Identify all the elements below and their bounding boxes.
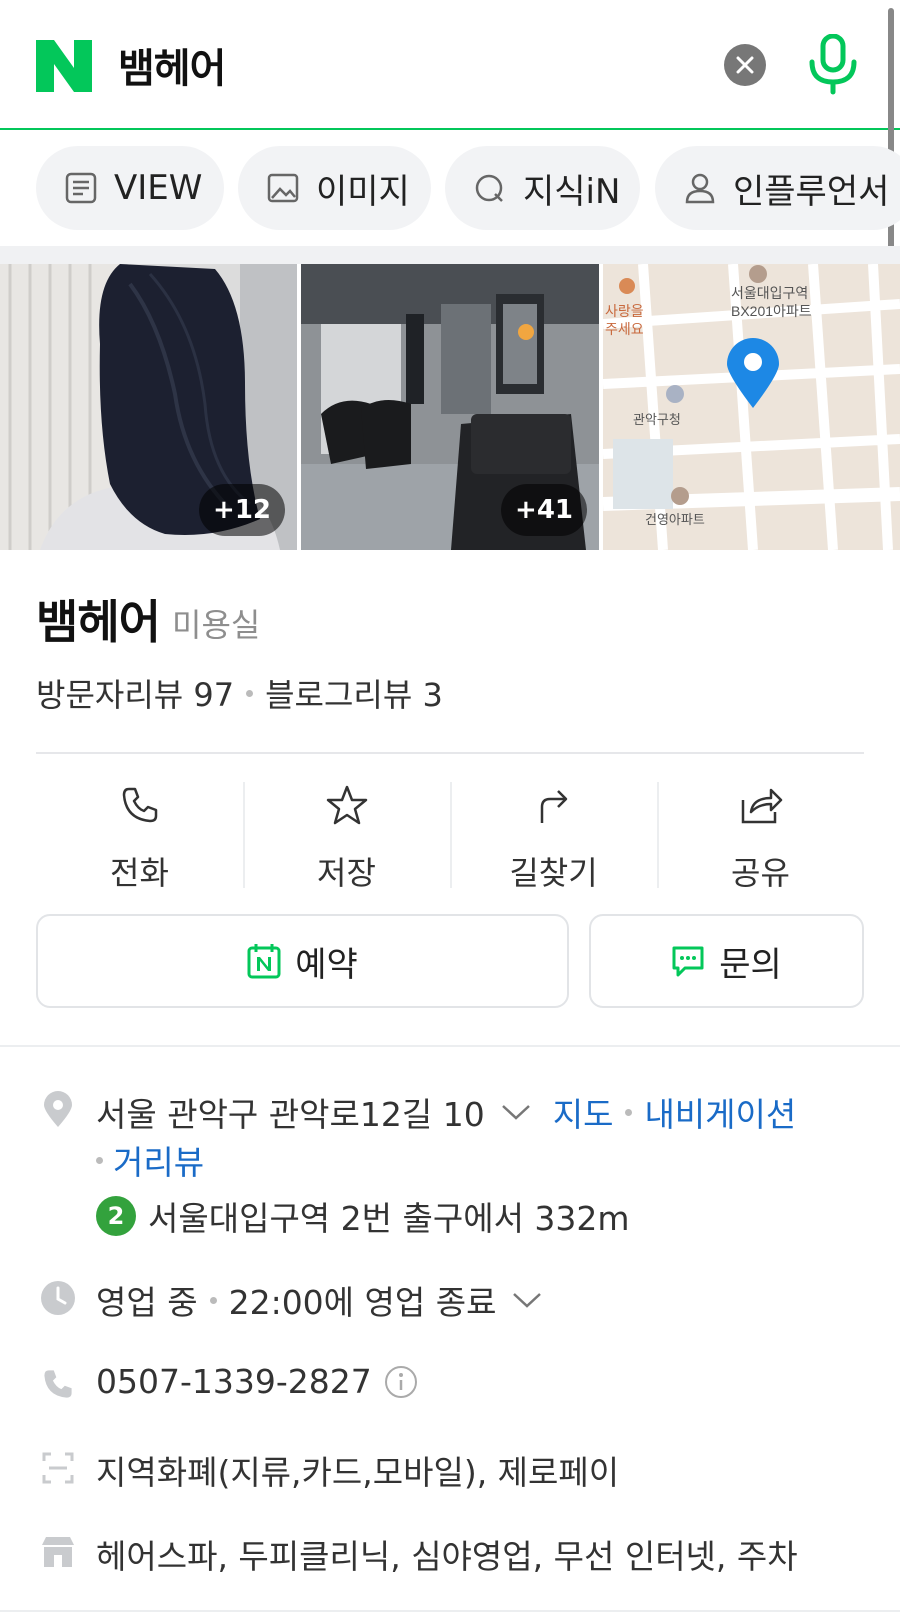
map-label-office: 관악구청	[633, 412, 681, 427]
separator-dot	[96, 1156, 103, 1164]
map-image: 서울대입구역 BX201아파트 관악구청 건영아파트 사랑을 주세요	[603, 264, 900, 550]
directions-button[interactable]: 길찾기	[450, 770, 657, 900]
photo-count-badge: +41	[501, 484, 587, 536]
map-label-apartment1: BX201아파트	[731, 303, 812, 319]
inquiry-label: 문의	[719, 944, 782, 985]
share-button[interactable]: 공유	[657, 770, 864, 900]
tab-kin[interactable]: 지식iN	[445, 146, 640, 230]
payment-text: 지역화폐(지류,카드,모바일), 제로페이	[96, 1453, 620, 1492]
chat-icon	[672, 946, 704, 977]
hours-row[interactable]: 영업 중 22:00에 영업 종료	[96, 1276, 544, 1324]
close-icon	[736, 56, 754, 74]
search-tabs: VIEW 이미지 지식iN 인플루언서	[0, 146, 900, 230]
tab-label: 이미지	[316, 171, 410, 212]
q-icon	[475, 174, 503, 202]
separator-dot	[625, 1108, 633, 1116]
review-summary: 방문자리뷰 97 블로그리뷰 3	[36, 670, 443, 716]
directions-icon	[540, 790, 567, 823]
business-status: 영업 중	[96, 1283, 198, 1322]
reserve-button[interactable]: 예약	[36, 914, 569, 1008]
photo-count-badge: +12	[199, 484, 285, 536]
photo-hair[interactable]: +12	[0, 264, 297, 550]
reserve-label: 예약	[295, 944, 358, 985]
tab-label: VIEW	[114, 168, 203, 208]
action-label: 공유	[731, 854, 790, 892]
image-icon	[267, 173, 299, 203]
visitor-reviews-link[interactable]: 방문자리뷰 97	[36, 670, 234, 716]
document-icon	[65, 172, 97, 204]
place-name[interactable]: 뱀헤어	[36, 586, 161, 652]
separator-dot	[209, 1296, 217, 1304]
subway-line-badge: 2	[96, 1196, 136, 1236]
naver-logo[interactable]	[36, 40, 92, 92]
microphone-icon[interactable]	[806, 34, 860, 96]
person-icon	[685, 173, 715, 204]
amenities-text: 헤어스파, 두피클리닉, 심야영업, 무선 인터넷, 주차	[96, 1537, 798, 1576]
map-label-apartment2: 건영아파트	[645, 512, 705, 527]
business-hours: 22:00에 영업 종료	[228, 1283, 497, 1322]
location-pin-icon	[38, 1090, 78, 1130]
address-row: 서울 관악구 관악로12길 10 지도 내비게이션	[96, 1088, 796, 1136]
divider	[0, 1045, 900, 1047]
section-gap	[0, 246, 900, 264]
inquiry-button[interactable]: 문의	[589, 914, 864, 1008]
tab-label: 지식iN	[523, 171, 621, 212]
divider	[0, 1610, 900, 1612]
navigation-link[interactable]: 내비게이션	[644, 1088, 796, 1136]
address-row-cont: 거리뷰	[96, 1136, 204, 1184]
tab-images[interactable]: 이미지	[238, 146, 431, 230]
cta-row: 예약 문의	[36, 914, 864, 1008]
tab-view[interactable]: VIEW	[36, 146, 224, 230]
action-bar: 전화 저장 길찾기 공유	[36, 770, 864, 900]
tab-influencer[interactable]: 인플루언서	[655, 146, 900, 230]
phone-row: 0507-1339-2827	[96, 1362, 418, 1401]
search-query[interactable]: 뱀헤어	[118, 36, 226, 94]
subway-text: 서울대입구역 2번 출구에서 332m	[148, 1199, 630, 1238]
store-icon	[38, 1532, 78, 1572]
map-label-partial1: 사랑을	[605, 303, 644, 319]
photo-strip: +12 +41 서울대입구역 BX201아파트 관악구청 건영아파트 사랑을 주…	[0, 264, 900, 550]
phone-gray-icon	[38, 1364, 78, 1404]
chevron-down-icon[interactable]	[499, 1101, 533, 1123]
address-text[interactable]: 서울 관악구 관악로12길 10	[96, 1088, 485, 1136]
payment-row: 지역화폐(지류,카드,모바일), 제로페이	[96, 1446, 619, 1494]
map-label-partial2: 주세요	[605, 321, 644, 337]
star-icon	[326, 785, 367, 825]
map-label-station: 서울대입구역	[731, 285, 808, 301]
chevron-down-icon[interactable]	[510, 1289, 544, 1311]
separator-dot	[246, 689, 254, 697]
action-label: 길찾기	[509, 854, 598, 892]
payment-scan-icon	[38, 1448, 78, 1488]
save-button[interactable]: 저장	[243, 770, 450, 900]
phone-icon	[122, 787, 157, 823]
action-label: 저장	[317, 854, 376, 892]
map-link[interactable]: 지도	[553, 1088, 614, 1136]
subway-row: 2 서울대입구역 2번 출구에서 332m	[96, 1192, 630, 1240]
clock-icon	[38, 1278, 78, 1318]
tab-label: 인플루언서	[733, 171, 890, 212]
location-map[interactable]: 서울대입구역 BX201아파트 관악구청 건영아파트 사랑을 주세요	[603, 264, 900, 550]
phone-number[interactable]: 0507-1339-2827	[96, 1362, 372, 1401]
divider	[36, 752, 864, 754]
action-label: 전화	[110, 854, 169, 892]
call-button[interactable]: 전화	[36, 770, 243, 900]
share-icon	[741, 788, 782, 824]
photo-salon[interactable]: +41	[301, 264, 599, 550]
blog-reviews-link[interactable]: 블로그리뷰 3	[265, 670, 443, 716]
street-view-link[interactable]: 거리뷰	[113, 1136, 204, 1184]
place-category: 미용실	[172, 606, 261, 644]
info-icon[interactable]	[384, 1365, 418, 1399]
clear-search-button[interactable]	[724, 44, 766, 86]
amenities-row: 헤어스파, 두피클리닉, 심야영업, 무선 인터넷, 주차	[96, 1530, 798, 1578]
calendar-icon	[247, 944, 281, 979]
search-bar: 뱀헤어	[0, 0, 900, 130]
